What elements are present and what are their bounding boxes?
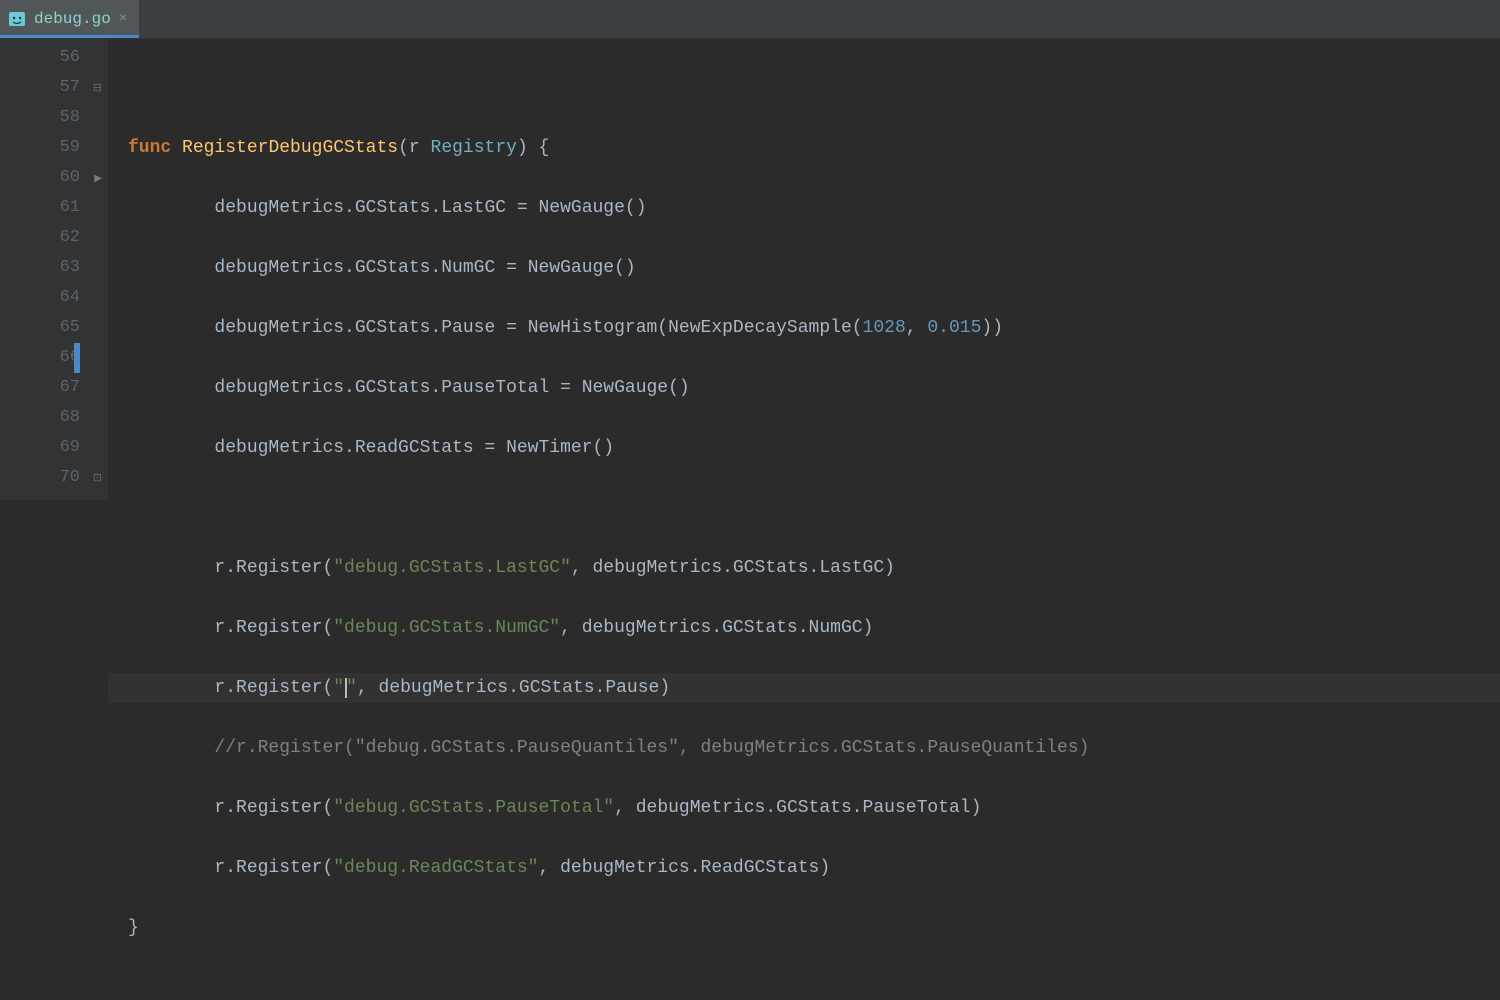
fold-start-icon[interactable] [93, 73, 102, 104]
tab-filename: debug.go [34, 10, 111, 28]
go-file-icon [8, 10, 26, 28]
code-line[interactable]: r.Register("debug.GCStats.PauseTotal", d… [128, 793, 1500, 823]
line-number[interactable]: 57 [0, 73, 80, 103]
code-line[interactable]: //r.Register("debug.GCStats.PauseQuantil… [128, 733, 1500, 763]
tab-bar: debug.go × [0, 0, 1500, 39]
line-number[interactable]: 67 [0, 373, 80, 403]
current-line-marker [74, 343, 80, 373]
code-area[interactable]: func RegisterDebugGCStats(r Registry) { … [108, 39, 1500, 500]
line-number[interactable]: 56 [0, 43, 80, 73]
line-number[interactable]: 61 [0, 193, 80, 223]
line-number[interactable]: 66 [0, 343, 80, 373]
line-number[interactable]: 64 [0, 283, 80, 313]
file-tab[interactable]: debug.go × [0, 0, 140, 38]
line-number[interactable]: 69 [0, 433, 80, 463]
line-number[interactable]: 62 [0, 223, 80, 253]
code-line-current[interactable]: r.Register("", debugMetrics.GCStats.Paus… [108, 673, 1500, 703]
line-number[interactable]: 58 [0, 103, 80, 133]
code-line[interactable]: r.Register("debug.GCStats.NumGC", debugM… [128, 613, 1500, 643]
gutter-arrow-icon[interactable] [94, 163, 102, 195]
code-line[interactable]: debugMetrics.GCStats.Pause = NewHistogra… [128, 313, 1500, 343]
code-line[interactable]: r.Register("debug.ReadGCStats", debugMet… [128, 853, 1500, 883]
line-number[interactable]: 65 [0, 313, 80, 343]
code-line[interactable]: debugMetrics.ReadGCStats = NewTimer() [128, 433, 1500, 463]
line-number[interactable]: 68 [0, 403, 80, 433]
code-line[interactable]: } [128, 913, 1500, 943]
close-icon[interactable]: × [119, 11, 127, 27]
line-number[interactable]: 70 [0, 463, 80, 493]
code-line[interactable]: func RegisterDebugGCStats(r Registry) { [128, 133, 1500, 163]
code-line[interactable] [128, 73, 1500, 103]
code-line[interactable]: r.Register("debug.GCStats.LastGC", debug… [128, 553, 1500, 583]
line-number[interactable]: 63 [0, 253, 80, 283]
code-line[interactable]: debugMetrics.GCStats.PauseTotal = NewGau… [128, 373, 1500, 403]
line-number[interactable]: 60 [0, 163, 80, 193]
code-line[interactable]: debugMetrics.GCStats.LastGC = NewGauge() [128, 193, 1500, 223]
fold-end-icon[interactable] [93, 463, 102, 494]
gutter: 56 57 58 59 60 61 62 63 64 65 66 67 68 6… [0, 39, 108, 500]
code-line[interactable] [128, 493, 1500, 523]
line-number[interactable]: 59 [0, 133, 80, 163]
code-line[interactable]: debugMetrics.GCStats.NumGC = NewGauge() [128, 253, 1500, 283]
editor: 56 57 58 59 60 61 62 63 64 65 66 67 68 6… [0, 39, 1500, 500]
